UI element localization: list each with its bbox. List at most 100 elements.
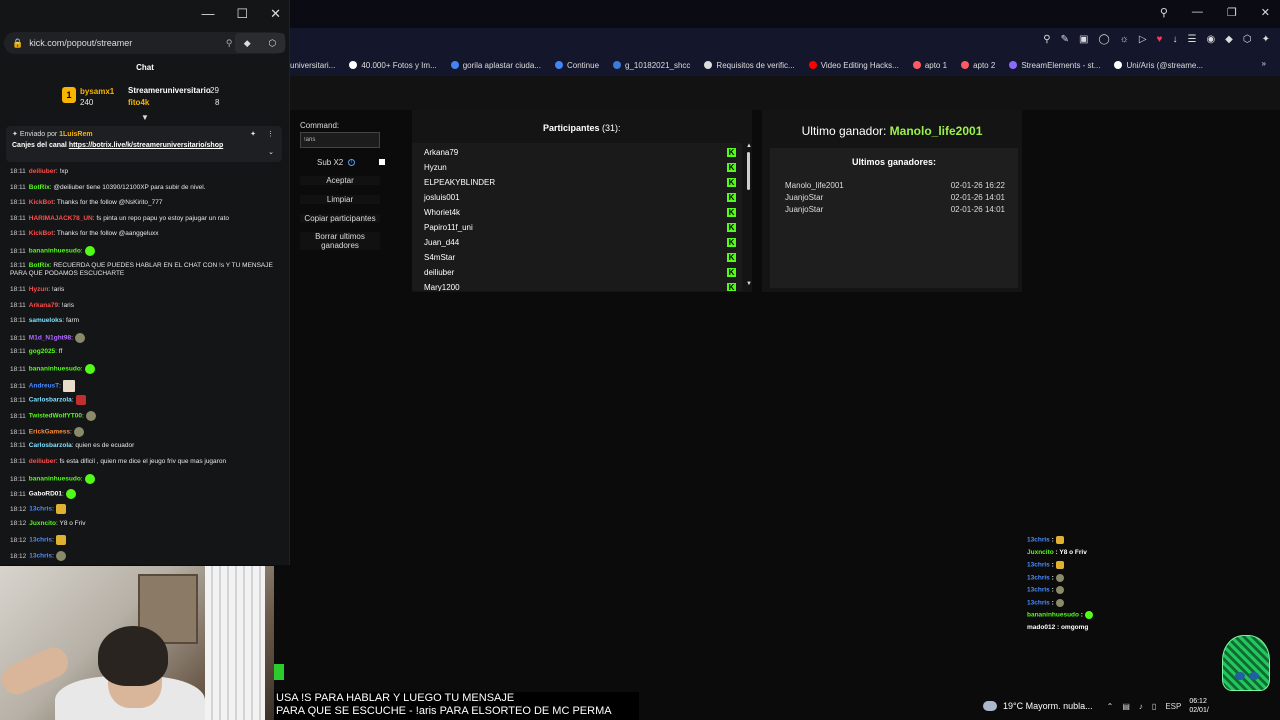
bookmark-item[interactable]: apto 2 (961, 61, 995, 70)
camera-icon[interactable]: ▣ (1079, 34, 1088, 45)
subx2-checkbox[interactable] (379, 159, 385, 165)
chat-message[interactable]: 18:11 samueloks: farm (10, 317, 278, 325)
tray-chevron-icon[interactable]: ⌃ (1107, 702, 1114, 711)
chat-username[interactable]: AndreusT (29, 383, 59, 390)
ai-icon[interactable]: ✦ (1262, 34, 1270, 45)
accept-button[interactable]: Aceptar (300, 176, 380, 185)
extension-cube-icon[interactable]: ⬡ (268, 38, 276, 49)
network-icon[interactable]: ▤ (1122, 702, 1130, 711)
chat-username[interactable]: Carlosbarzola (29, 442, 72, 449)
play-icon[interactable]: ▷ (1139, 34, 1147, 45)
chat-message[interactable]: 18:11 KickBot: Thanks for the follow @aan… (10, 230, 278, 238)
chat-message[interactable]: 18:12 13chris: (10, 551, 278, 561)
shield-icon[interactable]: ◯ (1098, 34, 1109, 45)
bookmark-item[interactable]: g_10182021_shcc (613, 61, 690, 70)
chat-username[interactable]: deiliuber (29, 168, 56, 175)
participants-list[interactable]: Arkana79 K Hyzun K ELPEAKYBLINDER Kjosluis001… (412, 143, 742, 291)
chat-message[interactable]: 18:11 deiliuber: fs esta dificil , quien … (10, 458, 278, 466)
participant-row[interactable]: Hyzun K (424, 160, 736, 175)
chat-message[interactable]: 18:12 13chris: (10, 504, 278, 514)
edit-icon[interactable]: ✎ (1061, 34, 1069, 45)
search-icon[interactable]: ⚲ (1043, 34, 1050, 45)
bookmark-item[interactable]: Video Editing Hacks... (808, 61, 899, 70)
info-icon[interactable]: i (348, 159, 356, 166)
chat-username[interactable]: bananinhuesudo (29, 476, 81, 483)
restore-icon[interactable]: ❐ (1227, 6, 1237, 19)
more-options-icon[interactable]: ⋮ (267, 130, 274, 138)
scroll-up-icon[interactable]: ▲ (746, 143, 752, 149)
bookmark-item[interactable]: gorila aplastar ciuda... (450, 61, 541, 70)
chat-message[interactable]: 18:11 bananinhuesudo: (10, 246, 278, 256)
chat-message[interactable]: 18:11 gog2025: ff (10, 348, 278, 356)
chat-message[interactable]: 18:11 HARIMAJACK78_UN: fs pinta un repo p… (10, 215, 278, 223)
address-url[interactable]: kick.com/popout/streamer (29, 38, 132, 48)
close-icon[interactable]: ✕ (270, 6, 281, 22)
chat-username[interactable]: gog2025 (29, 348, 55, 355)
maximize-icon[interactable]: ☐ (236, 6, 248, 22)
chat-username[interactable]: Arkana79 (29, 302, 58, 309)
copy-participants-button[interactable]: Copiar participantes (300, 214, 380, 223)
bookmark-item[interactable]: StreamElements - st... (1009, 61, 1100, 70)
chat-message[interactable]: 18:11 ErickGamess: (10, 427, 278, 437)
chat-message[interactable]: 18:12 Juxncito: Y8 o Friv (10, 520, 278, 528)
battery-icon[interactable]: ▯ (1152, 702, 1156, 711)
expand-chevron-icon[interactable]: ▼ (141, 113, 149, 122)
chat-username[interactable]: 13chris (29, 537, 52, 544)
bookmarks-overflow-icon[interactable]: » (1262, 59, 1266, 68)
chat-message[interactable]: 18:11 AndreusT: (10, 380, 278, 392)
scroll-down-icon[interactable]: ▼ (746, 281, 752, 287)
chat-username[interactable]: KickBot (29, 199, 54, 206)
delete-winners-button[interactable]: Borrar ultimos ganadores (300, 232, 380, 250)
chat-username[interactable]: KickBot (29, 230, 54, 237)
leaderboard-entry[interactable]: bysamx1 (80, 87, 114, 96)
bookmark-item[interactable]: universitari... (290, 61, 335, 70)
weather-text[interactable]: 19°C Mayorm. nubla... (1003, 701, 1093, 711)
download-icon[interactable]: ↓ (1172, 34, 1177, 45)
chat-username[interactable]: HARIMAJACK78_UN (29, 215, 93, 222)
chat-username[interactable]: Carlosbarzola (29, 397, 72, 404)
menu-icon[interactable]: ☰ (1187, 34, 1196, 45)
chat-username[interactable]: BotRix (29, 184, 50, 191)
chat-username[interactable]: 13chris (29, 553, 52, 560)
search-icon[interactable]: ⚲ (1160, 6, 1168, 19)
minimize-icon[interactable]: — (1192, 6, 1203, 19)
chat-username[interactable]: TwistedWolfYT00 (29, 413, 82, 420)
bookmark-item[interactable]: Uni/Aris (@streame... (1114, 61, 1203, 70)
participant-row[interactable]: Whoriet4k K (424, 205, 736, 220)
chat-message[interactable]: 18:11 Carlosbarzola: (10, 395, 278, 405)
command-input[interactable] (300, 132, 380, 148)
leaderboard-entry[interactable]: fito4k (128, 98, 149, 107)
chat-username[interactable]: BotRix (29, 262, 50, 269)
minimize-icon[interactable]: — (201, 6, 214, 22)
chat-username[interactable]: bananinhuesudo (29, 248, 81, 255)
chat-message[interactable]: 18:11 M1d_N1ght98: (10, 333, 278, 343)
language-indicator[interactable]: ESP (1165, 702, 1181, 711)
participant-row[interactable]: Mary1200 K (424, 280, 736, 291)
chat-message[interactable]: 18:11 Hyzun: !aris (10, 286, 278, 294)
profile-icon[interactable]: ◉ (1206, 34, 1215, 45)
chat-message[interactable]: 18:11 Carlosbarzola: quien es de ecuador (10, 442, 278, 450)
chat-message[interactable]: 18:11 BotRix: RECUERDA QUE PUEDES HABLAR … (10, 262, 278, 278)
leaderboard-entry[interactable]: Streameruniversitario (128, 86, 211, 95)
search-icon[interactable]: ⚲ (226, 38, 233, 49)
pin-icon[interactable]: ✦ (250, 130, 256, 138)
chat-message[interactable]: 18:11 bananinhuesudo: (10, 364, 278, 374)
chat-message[interactable]: 18:11 KickBot: Thanks for the follow @NsK… (10, 199, 278, 207)
chat-username[interactable]: bananinhuesudo (29, 366, 81, 373)
participant-row[interactable]: Papiro11f_uni K (424, 220, 736, 235)
participants-scrollbar[interactable]: ▲ ▼ (745, 143, 753, 291)
chat-username[interactable]: deiliuber (29, 458, 56, 465)
bookmark-item[interactable]: Continue (555, 61, 599, 70)
participant-row[interactable]: ELPEAKYBLINDER K (424, 175, 736, 190)
scroll-thumb[interactable] (747, 152, 750, 190)
translate-icon[interactable]: ☼ (1120, 34, 1129, 45)
chat-username[interactable]: M1d_N1ght98 (29, 335, 71, 342)
participant-row[interactable]: deiliuber K (424, 265, 736, 280)
participant-row[interactable]: S4mStar K (424, 250, 736, 265)
extension-diamond-icon[interactable]: ◆ (244, 38, 251, 49)
chat-message[interactable]: 18:11 BotRix: @deiliuber tiene 10390/1210… (10, 184, 278, 192)
bookmark-item[interactable]: 40.000+ Fotos y Im... (349, 61, 437, 70)
close-icon[interactable]: ✕ (1261, 6, 1270, 19)
chat-username[interactable]: 13chris (29, 506, 52, 513)
chat-message[interactable]: 18:11 GaboRD01: (10, 489, 278, 499)
